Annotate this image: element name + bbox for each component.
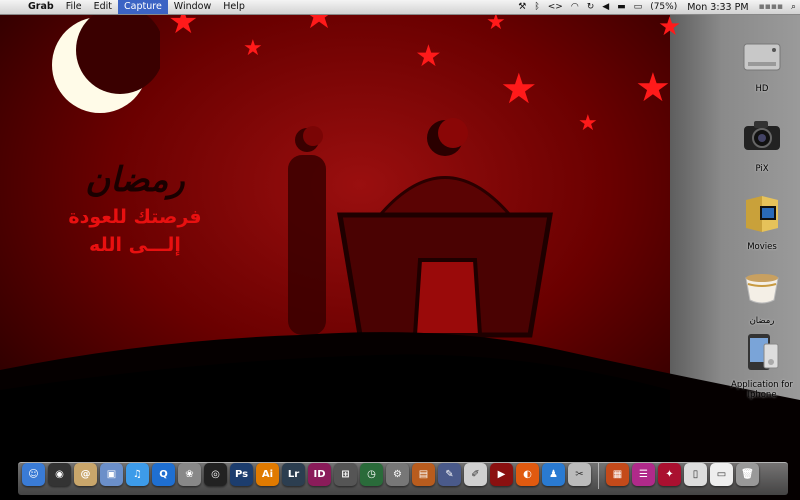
dock-preview[interactable]: ▣ xyxy=(100,463,123,486)
menu-app-grab[interactable]: Grab xyxy=(22,0,60,14)
desktop-icon-pix[interactable]: PiX xyxy=(722,114,800,174)
dock-time-machine[interactable]: ◷ xyxy=(360,463,383,486)
dock-quicktime[interactable]: Q xyxy=(152,463,175,486)
dock-messenger[interactable]: ♟ xyxy=(542,463,565,486)
menu-bar: Grab File Edit Capture Window Help ⚒ ᛒ <… xyxy=(0,0,800,15)
menu-edit[interactable]: Edit xyxy=(88,0,118,14)
menu-window[interactable]: Window xyxy=(168,0,217,14)
star: ★ xyxy=(243,36,263,61)
desktop-icon-label: HD xyxy=(755,84,769,94)
ramadan-text: رمضان فرصتك للعودة إلـــى الله xyxy=(40,160,230,256)
time-machine-icon[interactable]: ↻ xyxy=(583,0,599,14)
user-name[interactable]: ▪▪▪▪ xyxy=(755,2,787,12)
star: ★ xyxy=(658,12,682,42)
flag-icon[interactable]: ▬ xyxy=(613,0,630,14)
star: ★ xyxy=(415,39,442,74)
camera-icon xyxy=(744,121,780,150)
dock-textedit[interactable]: ✐ xyxy=(464,463,487,486)
dock-utility[interactable]: ✂ xyxy=(568,463,591,486)
crescent-moon xyxy=(52,10,160,113)
desktop-icon-movies[interactable]: Movies xyxy=(722,192,800,252)
dock-firefox[interactable]: ◐ xyxy=(516,463,539,486)
dock-applications-folder[interactable]: ▦ xyxy=(606,463,629,486)
menu-file[interactable]: File xyxy=(60,0,88,14)
dock-illustrator[interactable]: Ai xyxy=(256,463,279,486)
dock-lightroom[interactable]: Lr xyxy=(282,463,305,486)
dock-iphoto[interactable]: ❀ xyxy=(178,463,201,486)
battery-icon[interactable]: ▭ xyxy=(630,0,647,14)
dock-front-row[interactable]: ▶ xyxy=(490,463,513,486)
iphone-icon xyxy=(748,334,779,370)
dock-presentation[interactable]: ▤ xyxy=(412,463,435,486)
desktop-icon-application-for-iphone[interactable]: Application for Iphone xyxy=(722,330,800,400)
dock-bookmark-app[interactable]: ✦ xyxy=(658,463,681,486)
star: ★ xyxy=(635,65,671,111)
spotlight-icon[interactable]: ⌕ xyxy=(787,0,800,14)
desktop-icon-hd[interactable]: HD xyxy=(722,34,800,94)
star: ★ xyxy=(486,10,506,35)
volume-icon[interactable]: ◀ xyxy=(598,0,613,14)
dock-file[interactable]: ▯ xyxy=(684,463,707,486)
dock-itunes[interactable]: ♫ xyxy=(126,463,149,486)
desktop-icon-ramadan[interactable]: رمضان xyxy=(722,266,800,326)
desktop-icon-label: Application for Iphone xyxy=(731,380,793,400)
menu-help[interactable]: Help xyxy=(217,0,251,14)
battery-percent: (75%) xyxy=(650,2,678,12)
status-area: ⚒ ᛒ <> ◠ ↻ ◀ ▬ ▭ (75%) Mon 3:33 PM ▪▪▪▪ … xyxy=(514,0,800,14)
dock-address-book[interactable]: @ xyxy=(74,463,97,486)
hard-drive-icon xyxy=(743,43,781,71)
menu-capture[interactable]: Capture xyxy=(118,0,168,14)
tea-cup-icon xyxy=(745,274,779,304)
dock-separator xyxy=(598,463,599,489)
dock-system-preferences[interactable]: ⚙ xyxy=(386,463,409,486)
ramadan-logo-text: رمضان xyxy=(85,160,185,200)
wifi-icon[interactable]: ◠ xyxy=(567,0,583,14)
dock-aperture[interactable]: ◎ xyxy=(204,463,227,486)
dock-finder[interactable]: ☺ xyxy=(22,463,45,486)
bluetooth-icon[interactable]: ᛒ xyxy=(530,0,543,14)
desktop-icon-label: رمضان xyxy=(749,316,775,326)
dock-spaces[interactable]: ⊞ xyxy=(334,463,357,486)
code-icon[interactable]: <> xyxy=(544,0,567,14)
ramadan-line-1: فرصتك للعودة xyxy=(68,206,202,228)
dock-items: ☺ ◉ @ ▣ ♫ Q ❀ ◎ Ps Ai Lr ID ⊞ ◷ ⚙ ▤ ✎ ✐ … xyxy=(22,463,759,489)
wrench-icon[interactable]: ⚒ xyxy=(514,0,530,14)
desktop-icon-label: PiX xyxy=(755,164,769,174)
dock-downloads[interactable]: ▭ xyxy=(710,463,733,486)
dock-photoshop[interactable]: Ps xyxy=(230,463,253,486)
movies-folder-icon xyxy=(746,196,778,232)
dock-indesign[interactable]: ID xyxy=(308,463,331,486)
dock-script-editor[interactable]: ✎ xyxy=(438,463,461,486)
dock-trash-icon[interactable]: 🗑 xyxy=(736,463,759,486)
ramadan-line-2: إلـــى الله xyxy=(89,234,181,256)
mosque-silhouette xyxy=(288,118,553,338)
dock-dashboard[interactable]: ◉ xyxy=(48,463,71,486)
desktop-icon-label: Movies xyxy=(747,242,777,252)
clock[interactable]: Mon 3:33 PM xyxy=(681,2,754,13)
dock-documents-stack[interactable]: ☰ xyxy=(632,463,655,486)
